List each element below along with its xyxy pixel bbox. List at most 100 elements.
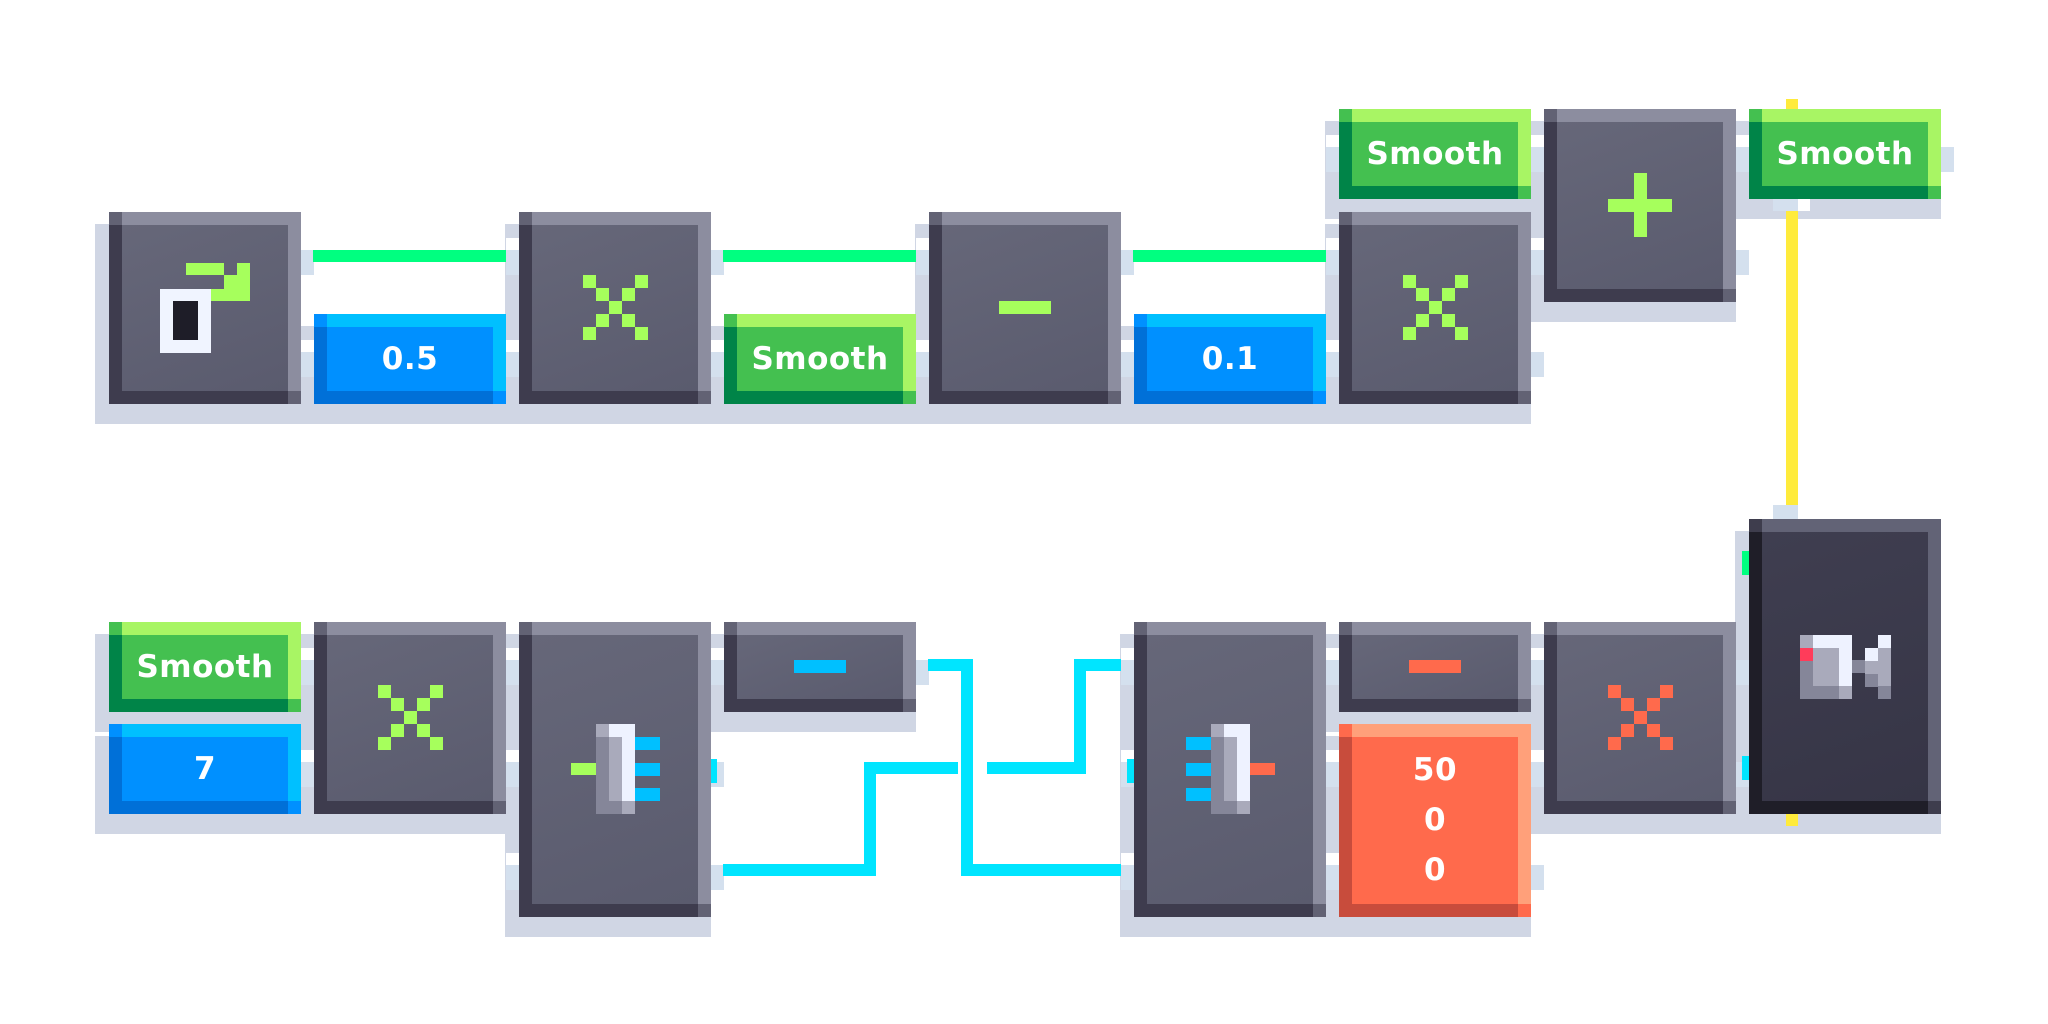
multiply-node[interactable]	[314, 621, 506, 814]
input-port[interactable]	[1326, 340, 1339, 377]
port-socket	[916, 352, 929, 377]
input-port[interactable]	[506, 852, 519, 890]
negate-vector-node[interactable]	[1339, 621, 1531, 712]
vector-value-node[interactable]: 50 0 0	[1339, 724, 1531, 917]
smooth-node[interactable]: Smooth	[1749, 109, 1941, 199]
pixel	[571, 763, 596, 775]
connection-wire[interactable]	[1742, 551, 1749, 575]
pixel	[390, 724, 404, 738]
pixel	[1441, 314, 1455, 328]
vector-component[interactable]: 0	[1424, 795, 1446, 845]
value-node-7[interactable]: 7	[109, 724, 301, 814]
connection-wire[interactable]	[1074, 659, 1086, 774]
output-port[interactable]	[1531, 352, 1544, 377]
smooth-bottom-port[interactable]	[1773, 198, 1810, 211]
connection-wire[interactable]	[961, 864, 1121, 876]
input-port[interactable]	[711, 340, 724, 377]
input-port[interactable]	[916, 237, 929, 275]
plus-icon	[1544, 109, 1736, 302]
connection-wire[interactable]	[961, 659, 973, 876]
pixel	[1633, 173, 1647, 238]
pixel	[390, 698, 404, 712]
connection-wire[interactable]	[1742, 756, 1749, 780]
output-port[interactable]	[1531, 864, 1544, 890]
add-node[interactable]	[1544, 109, 1736, 302]
subtract-node[interactable]	[929, 211, 1121, 404]
multiply-node[interactable]	[1339, 211, 1531, 405]
input-port[interactable]	[711, 647, 724, 685]
connection-wire[interactable]	[723, 864, 876, 876]
port-socket	[301, 352, 314, 377]
input-port[interactable]	[506, 750, 519, 787]
connection-wire[interactable]	[864, 762, 876, 876]
icon-container	[1134, 622, 1326, 917]
output-port[interactable]	[1941, 147, 1954, 172]
input-port[interactable]	[1736, 135, 1749, 172]
input-port[interactable]	[506, 340, 519, 377]
input-port[interactable]	[1326, 135, 1339, 172]
input-port[interactable]	[1326, 647, 1339, 685]
output-port[interactable]	[1736, 249, 1749, 275]
input-port[interactable]	[506, 647, 519, 685]
connection-wire[interactable]	[313, 250, 506, 262]
input-port[interactable]	[1326, 852, 1339, 890]
port-highlight	[1531, 237, 1544, 250]
connection-wire[interactable]	[864, 762, 958, 774]
connection-wire[interactable]	[987, 762, 1086, 774]
icon-container	[1339, 212, 1531, 405]
connection-wire[interactable]	[1127, 759, 1134, 783]
input-port[interactable]	[1121, 852, 1134, 890]
multiply-vector-node[interactable]	[1544, 621, 1736, 815]
input-port[interactable]	[916, 340, 929, 377]
pixel	[1415, 288, 1429, 302]
icon-container	[1544, 622, 1736, 815]
input-port[interactable]	[1531, 750, 1544, 787]
connection-wire[interactable]	[1786, 211, 1798, 509]
connection-wire[interactable]	[710, 759, 717, 783]
multiply-icon	[1544, 622, 1736, 815]
input-port[interactable]	[506, 237, 519, 275]
input-port[interactable]	[1326, 237, 1339, 275]
connection-wire[interactable]	[1786, 99, 1798, 109]
port-highlight	[1326, 237, 1339, 250]
smooth-node[interactable]: Smooth	[1339, 109, 1531, 199]
output-port[interactable]	[1736, 659, 1749, 685]
input-port[interactable]	[1531, 647, 1544, 685]
port-socket	[301, 762, 314, 787]
input-port[interactable]	[301, 647, 314, 685]
port-socket	[1326, 864, 1339, 890]
connection-wire[interactable]	[723, 250, 916, 262]
port-socket	[506, 352, 519, 377]
vector-component[interactable]: 50	[1413, 745, 1457, 795]
connection-wire[interactable]	[1133, 250, 1326, 262]
port-highlight	[1326, 852, 1339, 865]
camera-output-node[interactable]	[1749, 519, 1941, 814]
input-port[interactable]	[1531, 237, 1544, 275]
node-graph-canvas[interactable]: 0.5 Smooth 0.1 Smooth Smooth Smooth 7 50 0 0	[0, 0, 2048, 1024]
input-port[interactable]	[1531, 135, 1544, 172]
input-node[interactable]	[109, 211, 301, 404]
merge-node[interactable]	[1134, 621, 1326, 917]
vector-component[interactable]: 0	[1424, 845, 1446, 895]
connection-wire[interactable]	[1786, 814, 1798, 826]
pixel	[1865, 647, 1878, 661]
port-highlight	[1531, 750, 1544, 762]
port-socket	[1531, 352, 1544, 377]
input-port[interactable]	[301, 750, 314, 787]
negate-node[interactable]	[724, 621, 916, 712]
multiply-icon	[1339, 212, 1531, 405]
smooth-node[interactable]: Smooth	[109, 621, 301, 712]
value-node-0-1[interactable]: 0.1	[1134, 314, 1326, 404]
minus-icon	[1339, 622, 1531, 712]
connection-wire[interactable]	[1074, 659, 1121, 671]
input-port[interactable]	[1121, 340, 1134, 377]
input-port[interactable]	[301, 340, 314, 377]
multiply-node[interactable]	[519, 211, 711, 404]
camera-top-port[interactable]	[1773, 505, 1798, 519]
smooth-node[interactable]: Smooth	[724, 314, 916, 404]
input-port[interactable]	[1121, 647, 1134, 685]
input-port[interactable]	[1326, 750, 1339, 787]
value-node-0-5[interactable]: 0.5	[314, 314, 506, 404]
pixel	[1865, 660, 1878, 674]
split-node[interactable]	[519, 621, 711, 917]
